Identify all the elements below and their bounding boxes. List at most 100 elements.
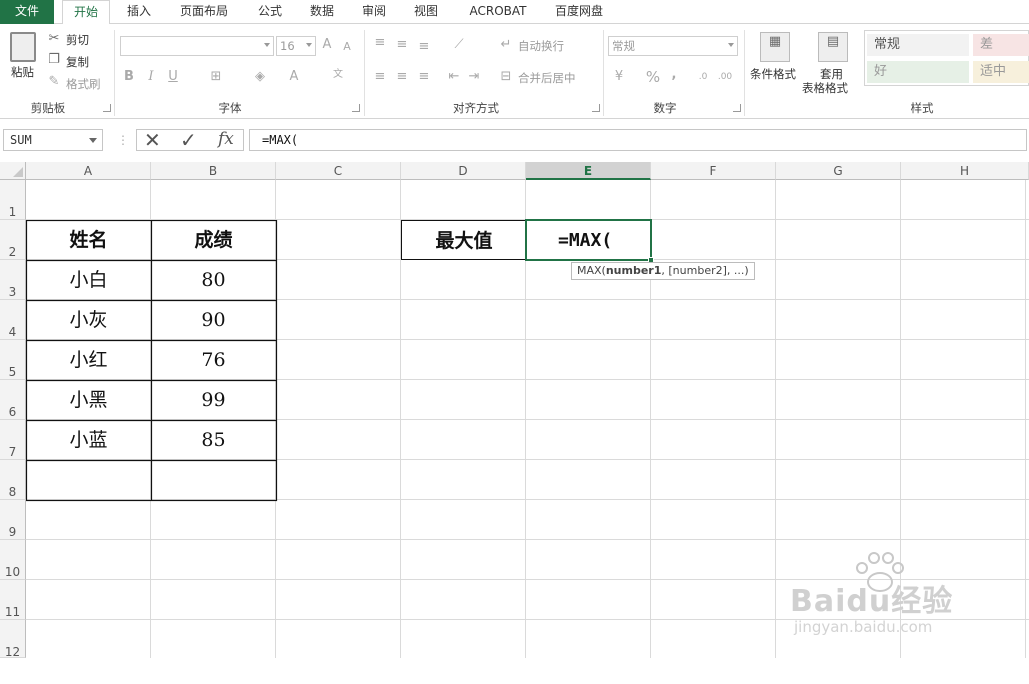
wrap-text-icon: ↵ [500, 37, 512, 52]
style-neutral[interactable]: 适中 [973, 61, 1029, 83]
column-header-f[interactable]: F [651, 162, 776, 180]
tab-page-layout[interactable]: 页面布局 [170, 0, 238, 24]
chevron-down-icon[interactable] [89, 138, 97, 143]
fill-color-icon[interactable]: ◈ [252, 68, 268, 86]
align-bottom-icon[interactable]: ≡ [416, 38, 432, 56]
conditional-formatting-button[interactable]: 条件格式 [750, 66, 796, 82]
align-top-icon[interactable]: ≡ [372, 34, 388, 52]
orientation-icon[interactable]: ⟋ [448, 36, 470, 54]
column-header-e[interactable]: E [526, 162, 651, 180]
column-header-d[interactable]: D [401, 162, 526, 180]
shrink-font-icon[interactable]: A [340, 38, 354, 56]
style-normal[interactable]: 常规 [867, 34, 969, 56]
clipboard-launcher-icon[interactable] [103, 104, 111, 112]
tab-insert[interactable]: 插入 [118, 0, 160, 24]
tab-review[interactable]: 审阅 [352, 0, 396, 24]
row-header-10[interactable]: 10 [0, 540, 26, 580]
formula-input[interactable]: =MAX( [249, 129, 1027, 151]
row-header-2[interactable]: 2 [0, 220, 26, 260]
row-header-12[interactable]: 12 [0, 620, 26, 659]
table-cell-name[interactable]: 小黑 [26, 380, 151, 420]
row-header-7[interactable]: 7 [0, 420, 26, 460]
increase-indent-icon[interactable]: ⇥ [466, 68, 482, 86]
tooltip-current-arg[interactable]: number1 [606, 264, 662, 277]
borders-icon[interactable]: ⊞ [208, 68, 224, 86]
style-bad[interactable]: 差 [973, 34, 1029, 56]
align-center-icon[interactable]: ≡ [394, 68, 410, 86]
tab-file[interactable]: 文件 [0, 0, 54, 24]
enter-button[interactable]: ✓ [180, 128, 197, 152]
column-header-a[interactable]: A [26, 162, 151, 180]
paste-button[interactable]: 粘贴 [11, 64, 34, 80]
comma-button[interactable]: , [668, 66, 680, 84]
insert-function-button[interactable]: fx [218, 129, 234, 149]
format-as-table-line2[interactable]: 表格格式 [802, 80, 848, 96]
row-header-8[interactable]: 8 [0, 460, 26, 500]
merge-center-button[interactable]: 合并后居中 [518, 70, 576, 86]
function-tooltip[interactable]: MAX(number1, [number2], ...) [571, 262, 755, 280]
max-label-cell[interactable]: 最大值 [401, 220, 526, 260]
table-cell-name[interactable]: 小蓝 [26, 420, 151, 460]
wrap-text-button[interactable]: 自动换行 [518, 38, 564, 54]
column-header-c[interactable]: C [276, 162, 401, 180]
percent-button[interactable]: % [644, 68, 662, 86]
column-header-g[interactable]: G [776, 162, 901, 180]
cut-button[interactable]: 剪切 [66, 32, 89, 48]
row-header-6[interactable]: 6 [0, 380, 26, 420]
decrease-indent-icon[interactable]: ⇤ [446, 68, 462, 86]
styles-label: 样式 [910, 101, 934, 115]
table-cell-name[interactable]: 小红 [26, 340, 151, 380]
column-header-h[interactable]: H [901, 162, 1029, 180]
table-cell-name[interactable]: 小灰 [26, 300, 151, 340]
table-cell-score[interactable]: 80 [151, 260, 276, 300]
tab-data[interactable]: 数据 [300, 0, 344, 24]
tab-view[interactable]: 视图 [404, 0, 448, 24]
header-cell-score[interactable]: 成绩 [151, 220, 276, 260]
copy-button[interactable]: 复制 [66, 54, 89, 70]
column-header-b[interactable]: B [151, 162, 276, 180]
cancel-button[interactable]: ✕ [144, 128, 161, 152]
row-header-4[interactable]: 4 [0, 300, 26, 340]
table-cell-score[interactable]: 99 [151, 380, 276, 420]
font-name-select[interactable] [120, 36, 274, 56]
format-painter-button[interactable]: 格式刷 [66, 76, 101, 92]
active-cell-e2[interactable]: =MAX( [525, 219, 654, 263]
font-color-icon[interactable]: A [286, 68, 302, 86]
tab-baidu-netdisk[interactable]: 百度网盘 [546, 0, 612, 24]
header-cell-name[interactable]: 姓名 [26, 220, 151, 260]
increase-decimal-icon[interactable]: .0 [694, 68, 712, 86]
grow-font-icon[interactable]: A [320, 36, 334, 54]
bold-button[interactable]: B [122, 68, 136, 86]
tab-home[interactable]: 开始 [62, 0, 110, 25]
tab-formulas[interactable]: 公式 [248, 0, 292, 24]
select-all-corner[interactable] [0, 162, 26, 180]
paste-icon[interactable] [10, 32, 36, 62]
align-middle-icon[interactable]: ≡ [394, 36, 410, 54]
table-cell-score[interactable]: 85 [151, 420, 276, 460]
alignment-launcher-icon[interactable] [592, 104, 600, 112]
style-good[interactable]: 好 [867, 61, 969, 83]
row-header-3[interactable]: 3 [0, 260, 26, 300]
row-header-9[interactable]: 9 [0, 500, 26, 540]
tab-acrobat[interactable]: ACROBAT [458, 0, 538, 24]
table-cell-name[interactable]: 小白 [26, 260, 151, 300]
font-size-select[interactable]: 16 [276, 36, 316, 56]
row-header-11[interactable]: 11 [0, 580, 26, 620]
table-cell-score[interactable]: 90 [151, 300, 276, 340]
number-format-select[interactable]: 常规 [608, 36, 738, 56]
align-left-icon[interactable]: ≡ [372, 68, 388, 86]
phonetic-icon[interactable]: 文 [328, 66, 348, 84]
row-header-1[interactable]: 1 [0, 180, 26, 220]
align-right-icon[interactable]: ≡ [416, 68, 432, 86]
italic-button[interactable]: I [144, 68, 158, 86]
name-box[interactable]: SUM [3, 129, 103, 151]
row-header-5[interactable]: 5 [0, 340, 26, 380]
table-cell-score[interactable]: 76 [151, 340, 276, 380]
font-launcher-icon[interactable] [352, 104, 360, 112]
number-launcher-icon[interactable] [733, 104, 741, 112]
underline-button[interactable]: U [166, 68, 180, 86]
worksheet-grid[interactable]: A B C D E F G H 1 2 3 4 5 6 7 8 9 10 11 … [0, 162, 1029, 659]
decrease-decimal-icon[interactable]: .00 [716, 68, 734, 86]
merge-icon: ⊟ [500, 69, 512, 84]
currency-icon[interactable]: ¥ [610, 68, 628, 86]
